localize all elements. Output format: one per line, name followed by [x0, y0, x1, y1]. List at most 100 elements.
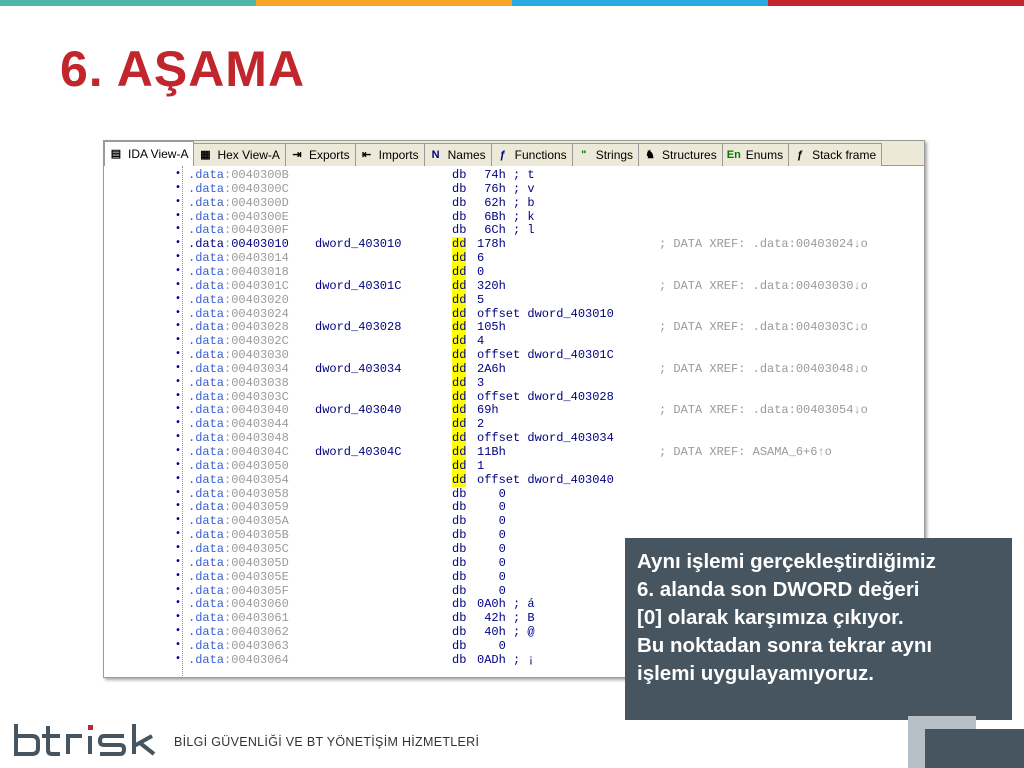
listing-row[interactable]: • .data:00403054 dd offset dword_403040 [104, 472, 924, 487]
tab-exports[interactable]: ⇥ Exports [284, 143, 356, 166]
row-operand[interactable]: 0 [477, 514, 506, 528]
row-operand[interactable]: 0 [477, 556, 506, 570]
row-xref-comment[interactable]: ; DATA XREF: .data:00403024↓o [659, 237, 868, 251]
row-operand[interactable]: 0ADh ; ¡ [477, 653, 535, 667]
row-operand[interactable]: 4 [477, 334, 484, 348]
row-operand[interactable]: 0 [477, 542, 506, 556]
listing-row[interactable]: • .data:00403028 dword_403028 dd 105h ; DATA … [104, 320, 924, 335]
top-bar-segment-orange [256, 0, 512, 6]
listing-row[interactable]: • .data:00403014 dd 6 [104, 251, 924, 266]
listing-row[interactable]: • .data:00403030 dd offset dword_40301C [104, 348, 924, 363]
row-bullet-icon: • [175, 556, 182, 568]
row-xref-comment[interactable]: ; DATA XREF: .data:00403048↓o [659, 362, 868, 376]
listing-row[interactable]: • .data:0040303C dd offset dword_403028 [104, 389, 924, 404]
tab-enums[interactable]: En Enums [721, 143, 790, 166]
listing-row[interactable]: • .data:0040301C dword_40301C dd 320h ; DATA … [104, 278, 924, 293]
top-bar-segment-teal [0, 0, 256, 6]
listing-row[interactable]: • .data:00403059 db 0 [104, 500, 924, 514]
row-xref-comment[interactable]: ; DATA XREF: .data:00403030↓o [659, 279, 868, 293]
row-label[interactable]: dword_40304C [315, 445, 401, 459]
callout-line: Bu noktadan sonra tekrar aynı [637, 634, 933, 657]
listing-row[interactable]: • .data:00403038 dd 3 [104, 375, 924, 390]
tab-strings[interactable]: " Strings [571, 143, 640, 166]
row-operand[interactable]: offset dword_40301C [477, 348, 614, 362]
row-operand[interactable]: offset dword_403028 [477, 390, 614, 404]
listing-row[interactable]: • .data:00403010 dword_403010 dd 178h ; DATA … [104, 237, 924, 252]
row-operand[interactable]: 42h ; B [477, 611, 534, 625]
listing-row[interactable]: • .data:00403020 dd 5 [104, 292, 924, 307]
row-operand[interactable]: 178h [477, 237, 506, 251]
row-operand[interactable]: 2 [477, 417, 484, 431]
row-operand[interactable]: 5 [477, 293, 484, 307]
row-operand[interactable]: 6 [477, 251, 484, 265]
row-operand[interactable]: 40h ; @ [477, 625, 534, 639]
row-operand[interactable]: 0 [477, 487, 506, 501]
row-operand[interactable]: 0 [477, 639, 506, 653]
tab-ida-view-a[interactable]: ▤ IDA View-A [104, 141, 195, 166]
listing-row[interactable]: • .data:0040300D db 62h ; b [104, 196, 924, 210]
row-operand[interactable]: 6Bh ; k [477, 210, 534, 224]
tab-imports[interactable]: ⇤ Imports [354, 143, 425, 166]
tab-hex-view-a[interactable]: ▦ Hex View-A [193, 143, 286, 166]
tab-functions[interactable]: ƒ Functions [490, 143, 573, 166]
row-address: .data:0040305E [188, 570, 289, 584]
tab-structures[interactable]: ♞ Structures [638, 143, 723, 166]
listing-row[interactable]: • .data:00403024 dd offset dword_403010 [104, 306, 924, 321]
row-xref-comment[interactable]: ; DATA XREF: .data:00403054↓o [659, 403, 868, 417]
row-label[interactable]: dword_403034 [315, 362, 401, 376]
row-operand[interactable]: 76h ; v [477, 182, 534, 196]
row-operand[interactable]: offset dword_403034 [477, 431, 614, 445]
row-xref-comment[interactable]: ; DATA XREF: .data:0040303C↓o [659, 320, 868, 334]
tab-names[interactable]: N Names [423, 143, 492, 166]
row-segment: .data [188, 541, 225, 556]
listing-row[interactable]: • .data:00403048 dd offset dword_403034 [104, 431, 924, 446]
row-operand[interactable]: 69h [477, 403, 499, 417]
listing-row[interactable]: • .data:0040300F db 6Ch ; l [104, 223, 924, 237]
listing-row[interactable]: • .data:0040302C dd 4 [104, 334, 924, 349]
row-operand[interactable]: 2A6h [477, 362, 506, 376]
listing-row[interactable]: • .data:0040300E db 6Bh ; k [104, 210, 924, 224]
row-label[interactable]: dword_403028 [315, 320, 401, 334]
row-operand[interactable]: 0 [477, 265, 484, 279]
row-operand[interactable]: 105h [477, 320, 506, 334]
row-offset: 00403044 [231, 417, 289, 432]
listing-row[interactable]: • .data:00403058 db 0 [104, 487, 924, 501]
row-operand[interactable]: 320h [477, 279, 506, 293]
company-tagline: BİLGİ GÜVENLİĞİ VE BT YÖNETİŞİM HİZMETLE… [174, 735, 480, 749]
listing-row[interactable]: • .data:0040305A db 0 [104, 514, 924, 528]
tab-stack-frame[interactable]: ƒ Stack frame [788, 143, 883, 166]
row-address: .data:0040300F [188, 223, 289, 237]
listing-row[interactable]: • .data:00403044 dd 2 [104, 417, 924, 432]
listing-row[interactable]: • .data:00403018 dd 0 [104, 264, 924, 279]
row-segment: .data [188, 431, 225, 446]
row-label[interactable]: dword_403010 [315, 237, 401, 251]
listing-row[interactable]: • .data:0040304C dword_40304C dd 11Bh ; DATA … [104, 445, 924, 459]
listing-row[interactable]: • .data:0040300C db 76h ; v [104, 182, 924, 196]
row-operand[interactable]: 0 [477, 584, 506, 598]
listing-row[interactable]: • .data:00403040 dword_403040 dd 69h ; DATA X… [104, 403, 924, 418]
row-operand[interactable]: 0 [477, 500, 506, 514]
row-directive: dd [452, 403, 467, 418]
row-address: .data:00403060 [188, 597, 289, 611]
row-directive: db [452, 223, 467, 238]
row-operand[interactable]: offset dword_403040 [477, 473, 614, 487]
row-operand[interactable]: 0 [477, 528, 506, 542]
row-operand[interactable]: 62h ; b [477, 196, 534, 210]
listing-row[interactable]: • .data:00403050 dd 1 [104, 458, 924, 473]
listing-row[interactable]: • .data:00403034 dword_403034 dd 2A6h ; DATA … [104, 361, 924, 376]
row-label[interactable]: dword_40301C [315, 279, 401, 293]
row-xref-comment[interactable]: ; DATA XREF: ASAMA_6+6↑o [659, 445, 832, 459]
listing-row[interactable]: • .data:0040300B db 74h ; t [104, 168, 924, 182]
row-operand[interactable]: 1 [477, 459, 484, 473]
row-operand[interactable]: 74h ; t [477, 168, 534, 182]
row-operand[interactable]: offset dword_403010 [477, 307, 614, 321]
row-label[interactable]: dword_403040 [315, 403, 401, 417]
imports-icon: ⇤ [362, 149, 372, 161]
row-bullet-icon: • [175, 321, 182, 333]
row-operand[interactable]: 3 [477, 376, 484, 390]
row-operand[interactable]: 6Ch ; l [477, 223, 534, 237]
row-operand[interactable]: 0A0h ; á [477, 597, 535, 611]
row-segment: .data [188, 195, 225, 210]
row-operand[interactable]: 11Bh [477, 445, 506, 459]
row-operand[interactable]: 0 [477, 570, 506, 584]
